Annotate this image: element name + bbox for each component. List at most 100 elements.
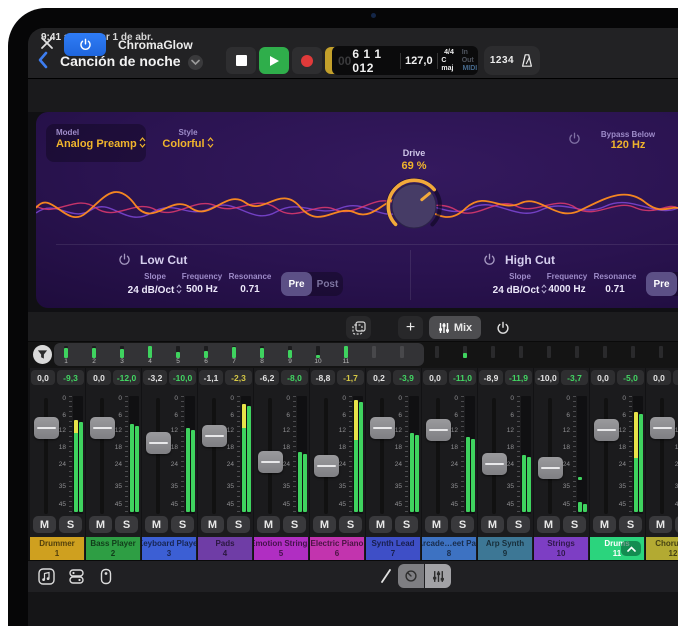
- mute-button[interactable]: M: [145, 516, 168, 533]
- collapse-chevron-button[interactable]: [621, 541, 641, 556]
- track-name-cell[interactable]: Pads 4: [198, 537, 252, 560]
- overview-meter: [435, 346, 439, 358]
- solo-button[interactable]: S: [283, 516, 306, 533]
- track-name-cell[interactable]: Emotion Strings 5: [254, 537, 308, 560]
- level-meter: [639, 414, 643, 512]
- track-name-cell[interactable]: Strings 10: [534, 537, 588, 560]
- track-name-cell[interactable]: Arp Synth 9: [478, 537, 532, 560]
- add-plugin-button[interactable]: +: [398, 316, 423, 339]
- metronome-icon[interactable]: [520, 53, 534, 68]
- plugins-button[interactable]: [96, 566, 116, 586]
- solo-button[interactable]: S: [395, 516, 418, 533]
- channel-strip: 0,0 061218243545 M S Chorus V 12: [646, 368, 678, 560]
- mute-button[interactable]: M: [201, 516, 224, 533]
- count-in-button[interactable]: 1234: [490, 55, 514, 66]
- controls-view-button[interactable]: [398, 564, 424, 588]
- edit-button[interactable]: [376, 566, 396, 586]
- track-name-cell[interactable]: Drummer 1: [30, 537, 84, 560]
- solo-button[interactable]: S: [507, 516, 530, 533]
- mute-button[interactable]: M: [425, 516, 448, 533]
- count-in-metronome-group[interactable]: 1234: [484, 46, 540, 75]
- song-menu-button[interactable]: [188, 55, 203, 70]
- drive-knob[interactable]: [384, 176, 444, 236]
- close-plugin-button[interactable]: [40, 36, 56, 52]
- pre-button[interactable]: Pre: [281, 272, 312, 296]
- bypass-below-control[interactable]: Bypass Below 120 Hz: [588, 130, 668, 151]
- mute-button[interactable]: M: [89, 516, 112, 533]
- duplicate-button[interactable]: [346, 316, 371, 339]
- style-selector[interactable]: Style Colorful: [148, 128, 228, 150]
- track-name-cell[interactable]: Keyboard Player 3: [142, 537, 196, 560]
- level-control[interactable]: Level 0.0: [658, 130, 678, 151]
- mute-button[interactable]: M: [537, 516, 560, 533]
- drive-value: 69 %: [384, 160, 444, 172]
- fader-handle[interactable]: [482, 453, 507, 475]
- solo-button[interactable]: S: [171, 516, 194, 533]
- volume-readout: -1,1: [199, 370, 223, 385]
- model-selector[interactable]: Model Analog Preamp: [46, 124, 146, 162]
- track-name-cell[interactable]: Chorus V 12: [646, 537, 678, 560]
- mute-button[interactable]: M: [33, 516, 56, 533]
- solo-button[interactable]: S: [339, 516, 362, 533]
- pre-button[interactable]: Pre: [646, 272, 677, 296]
- lcd-display[interactable]: 00 6 1 1 012 127,0 4/4 C maj In Out MIDI: [332, 46, 478, 75]
- picker-chevrons-icon: [139, 137, 146, 148]
- track-name-cell[interactable]: Arcade…eet Pad 8: [422, 537, 476, 560]
- track-name-cell[interactable]: Electric Piano 6: [310, 537, 364, 560]
- overview-meter: [372, 346, 376, 358]
- solo-button[interactable]: S: [227, 516, 250, 533]
- fader-handle[interactable]: [202, 425, 227, 447]
- track-name-cell[interactable]: Synth Lead 7: [366, 537, 420, 560]
- solo-button[interactable]: S: [115, 516, 138, 533]
- low-cut-resonance[interactable]: Resonance 0.71: [222, 272, 278, 295]
- level-meter: [578, 502, 582, 512]
- back-button[interactable]: [36, 50, 52, 70]
- level-meter: [583, 504, 587, 512]
- plugin-power-toggle[interactable]: [64, 33, 106, 56]
- solo-button[interactable]: S: [451, 516, 474, 533]
- mixer-view-button[interactable]: [425, 564, 451, 588]
- fader-handle[interactable]: [594, 419, 619, 441]
- high-cut-resonance[interactable]: Resonance 0.71: [587, 272, 643, 295]
- fader-handle[interactable]: [426, 419, 451, 441]
- low-cut-power-icon[interactable]: [118, 253, 131, 266]
- high-cut-power-icon[interactable]: [483, 253, 496, 266]
- fader-handle[interactable]: [258, 451, 283, 473]
- mute-button[interactable]: M: [649, 516, 672, 533]
- loop-browser-button[interactable]: [36, 566, 56, 586]
- mute-button[interactable]: M: [257, 516, 280, 533]
- fader-handle[interactable]: [146, 432, 171, 454]
- solo-button[interactable]: S: [59, 516, 82, 533]
- mute-button[interactable]: M: [593, 516, 616, 533]
- overview-meter: [659, 346, 663, 358]
- fader-handle[interactable]: [90, 417, 115, 439]
- channel-strip: -6,2 -8,0 061218243545 M S Emotion Strin…: [254, 368, 309, 560]
- post-button[interactable]: Post: [312, 272, 343, 296]
- solo-button[interactable]: S: [619, 516, 642, 533]
- stop-button[interactable]: [226, 47, 256, 74]
- solo-button[interactable]: S: [563, 516, 586, 533]
- channel-strips: 0,0 -9,3 061218243545 M S Drummer 1 0,0 …: [28, 368, 678, 560]
- mixer-power-button[interactable]: [490, 316, 515, 339]
- play-button[interactable]: [259, 47, 289, 74]
- mute-button[interactable]: M: [369, 516, 392, 533]
- mix-view-button[interactable]: Mix: [429, 316, 481, 339]
- track-name-cell[interactable]: Bass Player 2: [86, 537, 140, 560]
- filter-button[interactable]: [33, 345, 52, 364]
- record-button[interactable]: [292, 47, 322, 74]
- fader-handle[interactable]: [370, 417, 395, 439]
- overview-meter: [204, 346, 208, 358]
- fader-track: [156, 398, 160, 514]
- fader-handle[interactable]: [314, 455, 339, 477]
- peak-readout: -9,3: [57, 370, 84, 385]
- mute-button[interactable]: M: [481, 516, 504, 533]
- browser-button[interactable]: [66, 566, 86, 586]
- overview-meter: [463, 346, 467, 358]
- mute-button[interactable]: M: [313, 516, 336, 533]
- fader-handle[interactable]: [34, 417, 59, 439]
- bypass-power-icon[interactable]: [568, 132, 581, 145]
- track-name-cell[interactable]: Drums 11: [590, 537, 644, 560]
- fader-handle[interactable]: [650, 417, 675, 439]
- fader-handle[interactable]: [538, 457, 563, 479]
- overview-visible-range[interactable]: 1 2 3 4 5 6 7 8 9 10 11: [54, 343, 424, 366]
